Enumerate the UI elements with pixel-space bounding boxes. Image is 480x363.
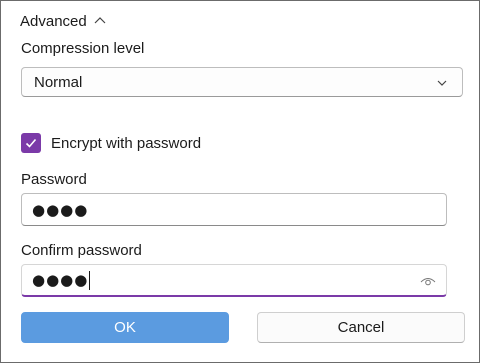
compression-level-value: Normal xyxy=(34,73,83,91)
password-value: ●●●● xyxy=(32,200,89,219)
eye-icon[interactable] xyxy=(420,274,436,286)
compression-level-label: Compression level xyxy=(21,40,145,57)
chevron-up-icon xyxy=(93,14,107,28)
encrypt-label: Encrypt with password xyxy=(51,134,202,152)
confirm-password-label: Confirm password xyxy=(21,242,142,259)
ok-button[interactable]: OK xyxy=(21,312,229,343)
encrypt-checkbox[interactable] xyxy=(21,133,41,153)
cancel-button[interactable]: Cancel xyxy=(257,312,465,343)
password-input[interactable]: ●●●● xyxy=(21,193,447,226)
encrypt-row[interactable]: Encrypt with password xyxy=(21,132,201,154)
chevron-down-icon xyxy=(436,76,448,88)
compression-level-select[interactable]: Normal xyxy=(21,67,463,97)
confirm-password-input[interactable]: ●●●● xyxy=(21,264,447,297)
confirm-password-value: ●●●● xyxy=(32,271,89,289)
checkmark-icon xyxy=(25,138,37,148)
advanced-toggle[interactable]: Advanced xyxy=(20,11,107,31)
dialog-frame: Advanced Compression level Normal Encryp… xyxy=(0,0,480,363)
password-label: Password xyxy=(21,171,87,188)
advanced-label: Advanced xyxy=(20,12,87,30)
text-caret xyxy=(89,270,91,290)
